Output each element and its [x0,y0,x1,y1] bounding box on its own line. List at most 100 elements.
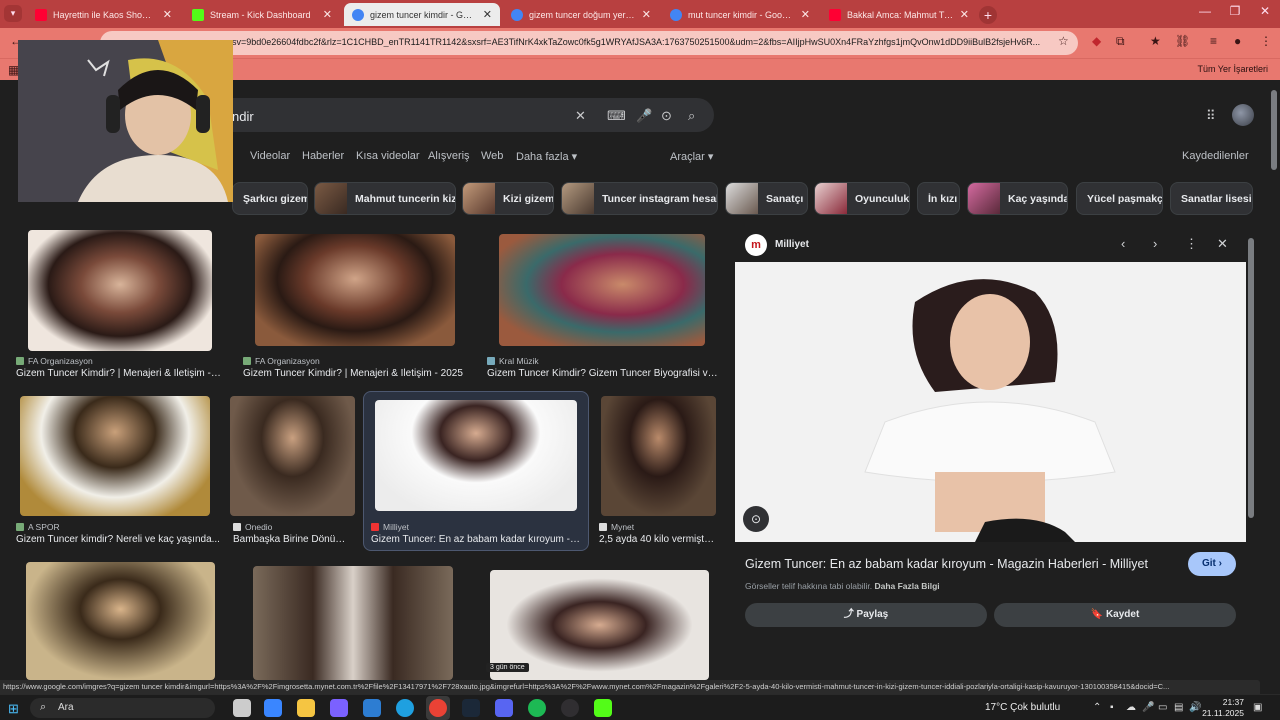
task-view-icon[interactable] [233,699,251,717]
result-caption[interactable]: Gizem Tuncer Kimdir? | Menajeri & İletiş… [16,368,222,379]
bookmark-star-icon[interactable]: ★ [1150,34,1161,48]
discord-icon[interactable] [495,699,513,717]
new-tab-button[interactable]: + [979,6,997,24]
result-image[interactable] [601,396,716,516]
tray-app-icon[interactable]: ▪ [1110,702,1114,713]
tab[interactable]: gizem tuncer doğum yeri - Go ✕ [503,3,659,26]
taskbar-search-text[interactable]: Ara [58,702,74,713]
weather-widget[interactable]: 17°C Çok bulutlu [985,702,1060,713]
more-info-link[interactable]: Daha Fazla Bilgi [874,581,939,591]
close-icon[interactable]: ✕ [642,8,651,21]
close-icon[interactable]: ✕ [163,8,172,21]
result-caption[interactable]: Gizem Tuncer Kimdir? | Menajeri & İletiş… [243,368,468,379]
tab[interactable]: Stream - Kick Dashboard ✕ [184,3,340,26]
close-icon[interactable]: ✕ [960,8,969,21]
notifications-icon[interactable]: ▣ [1253,702,1262,713]
mic-icon[interactable]: 🎤 [636,108,652,124]
result-caption[interactable]: Gizem Tuncer Kimdir? Gizem Tuncer Biyogr… [487,368,719,379]
result-image[interactable] [28,230,212,351]
result-image[interactable] [375,400,577,511]
close-icon[interactable]: ✕ [323,8,332,21]
kick-icon[interactable] [594,699,612,717]
minimize-icon[interactable]: — [1190,4,1220,18]
mail-icon[interactable] [363,699,381,717]
close-panel-icon[interactable]: ✕ [1217,236,1228,252]
google-apps-icon[interactable]: ⠿ [1206,108,1216,124]
chip[interactable]: İn kızı [917,182,960,215]
media-icon[interactable]: ≡ [1210,34,1217,48]
result-image[interactable] [20,396,210,516]
tab-more[interactable]: Daha fazla ▾ [516,150,577,163]
lens-icon[interactable]: ⊙ [661,108,672,124]
share-button[interactable]: ⤴ Paylaş [745,603,987,627]
tab-news[interactable]: Haberler [302,150,344,162]
clear-icon[interactable]: ✕ [575,108,586,124]
chip[interactable]: Mahmut tuncerin kizi [314,182,456,215]
result-caption[interactable]: Gizem Tuncer kimdir? Nereli ve kaç yaşın… [16,534,222,545]
result-image[interactable] [255,234,455,346]
tab[interactable]: Hayrettin ile Kaos Show - 2.Se ✕ [27,3,180,26]
close-icon[interactable]: ✕ [483,8,492,21]
chip[interactable]: Oyunculuk [814,182,910,215]
tray-chevron-icon[interactable]: ⌃ [1093,702,1101,713]
tab-videos[interactable]: Videolar [250,150,290,162]
tray-cloud-icon[interactable]: ☁ [1126,702,1136,713]
store-icon[interactable] [264,699,282,717]
chip[interactable]: Sanatçı [725,182,808,215]
panel-scrollbar[interactable] [1248,238,1254,678]
tab-web[interactable]: Web [481,150,503,162]
save-button[interactable]: 🔖 Kaydet [994,603,1236,627]
url-text[interactable]: sv=9bd0e26604fdbc2f&rlz=1C1CHBD_enTR1141… [232,37,1052,47]
result-image[interactable] [499,234,705,346]
obs-icon[interactable] [561,699,579,717]
result-image[interactable] [230,396,355,516]
scroll-thumb[interactable] [1248,238,1254,518]
all-bookmarks-button[interactable]: Tüm Yer İşaretleri [1197,64,1268,74]
clock[interactable]: 21:37 21.11.2025 [1200,697,1244,719]
chip[interactable]: Kaç yaşında [967,182,1068,215]
search-input[interactable]: ndir [232,109,254,124]
result-caption[interactable]: Bambaşka Birine Dönüş... [233,534,348,545]
chip[interactable]: Kizi gizem [462,182,554,215]
close-window-icon[interactable]: ✕ [1250,4,1280,18]
tab[interactable]: Bakkal Amca: Mahmut Tuncer ✕ [821,3,977,26]
previous-icon[interactable]: ‹ [1121,236,1125,251]
chip[interactable]: Tuncer instagram hesabı [561,182,718,215]
menu-icon[interactable]: ⋮ [1260,34,1272,48]
tab[interactable]: mut tuncer kimdir - Google ar ✕ [662,3,818,26]
windows-start-icon[interactable]: ⊞ [8,701,19,717]
copilot-icon[interactable] [330,699,348,717]
keyboard-icon[interactable]: ⌨ [607,108,626,124]
files-icon[interactable] [297,699,315,717]
tools-button[interactable]: Araçlar ▾ [670,150,713,163]
link-icon[interactable]: ⛓ [1175,34,1190,48]
tab-active[interactable]: gizem tuncer kimdir - Google ar ✕ [344,3,500,26]
tab-short-videos[interactable]: Kısa videolar [356,150,420,162]
chip[interactable]: Şarkıcı gizem [232,182,308,215]
chip[interactable]: Sanatlar lisesi [1170,182,1253,215]
preview-image[interactable] [735,262,1246,542]
tab-shopping[interactable]: Alışveriş [428,150,470,162]
tab-search-icon[interactable]: ▾ [4,5,22,22]
panel-source[interactable]: Milliyet [775,239,809,250]
lens-search-icon[interactable]: ⊙ [743,506,769,532]
spotify-icon[interactable] [528,699,546,717]
close-icon[interactable]: ✕ [801,8,810,21]
avatar[interactable] [1232,104,1254,126]
chip[interactable]: Yücel paşmakçı [1076,182,1163,215]
extension-red-icon[interactable]: ◆ [1092,34,1101,48]
more-options-icon[interactable]: ⋮ [1185,236,1198,252]
saved-button[interactable]: Kaydedilenler [1182,150,1249,162]
network-icon[interactable]: ▤ [1174,702,1183,713]
result-caption[interactable]: 2,5 ayda 40 kilo vermiştil... [599,534,716,545]
next-icon[interactable]: › [1153,236,1157,251]
extensions-icon[interactable]: ⧉ [1116,34,1125,49]
result-image[interactable] [26,562,215,680]
result-image[interactable] [253,566,453,680]
chrome-icon[interactable] [429,699,447,717]
result-caption[interactable]: Gizem Tuncer: En az babam kadar kıroyum … [371,534,581,545]
edge-icon[interactable] [396,699,414,717]
search-icon[interactable]: ⌕ [688,108,695,124]
profile-avatar-icon[interactable]: ● [1234,34,1241,48]
star-icon[interactable]: ☆ [1058,34,1069,48]
